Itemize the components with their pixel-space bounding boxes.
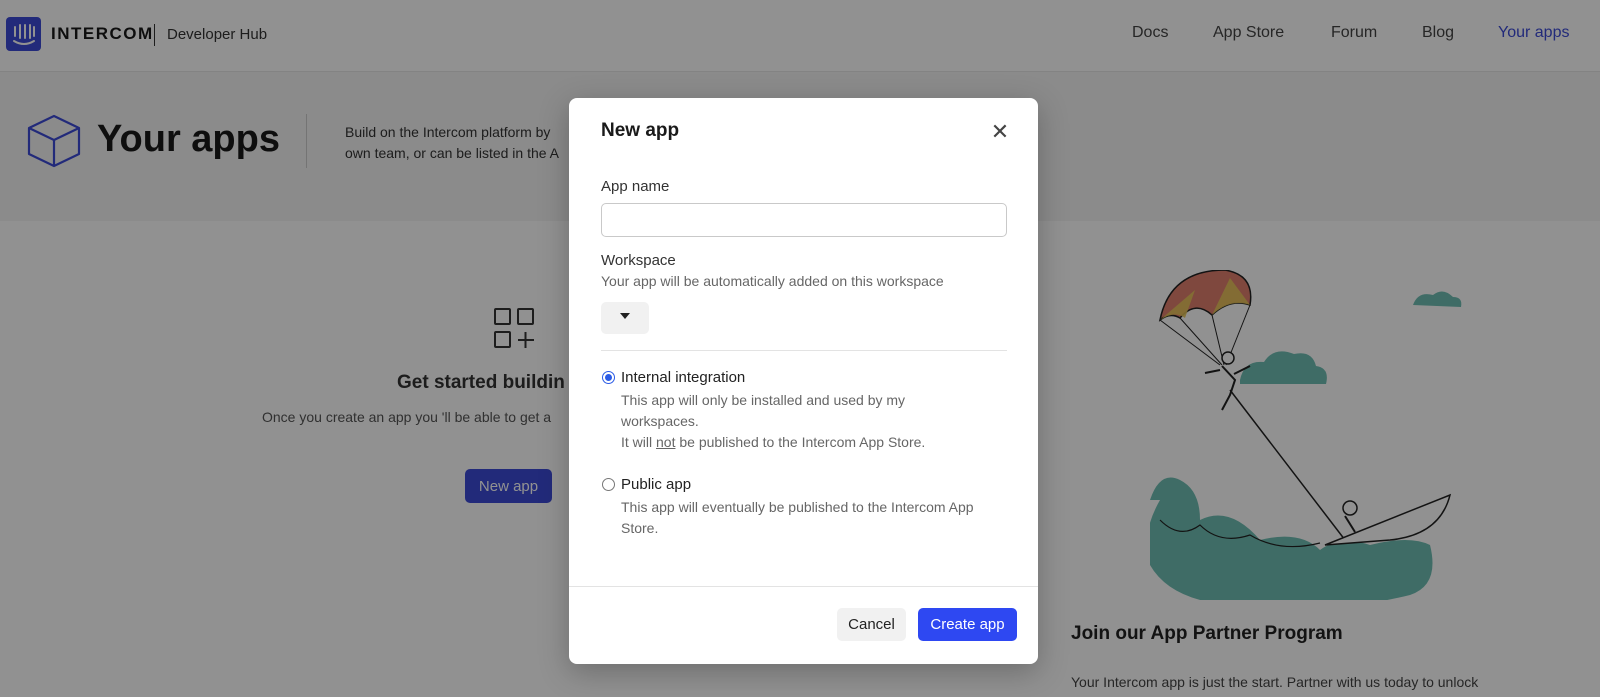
option-desc-line: This app will only be installed and used… (621, 392, 906, 408)
app-name-input[interactable] (601, 203, 1007, 237)
desc-emphasis: not (656, 434, 676, 450)
app-name-label: App name (601, 178, 670, 195)
footer-divider (569, 586, 1038, 587)
workspace-label: Workspace (601, 252, 676, 269)
section-divider (601, 350, 1007, 351)
option-desc-line: Store. (621, 520, 659, 536)
option-desc-line: This app will eventually be published to… (621, 499, 974, 515)
internal-integration-radio[interactable] (602, 371, 615, 384)
public-app-label[interactable]: Public app (621, 476, 691, 493)
desc-text: be published to the Intercom App Store. (675, 434, 926, 450)
public-app-radio[interactable] (602, 478, 615, 491)
option-desc-line: workspaces. (621, 413, 699, 429)
workspace-dropdown[interactable] (601, 302, 649, 334)
create-app-button[interactable]: Create app (918, 608, 1017, 641)
workspace-hint: Your app will be automatically added on … (601, 273, 944, 289)
close-icon[interactable]: ✕ (988, 120, 1012, 144)
dialog-title: New app (601, 120, 680, 141)
caret-down-icon (620, 313, 630, 319)
internal-integration-label[interactable]: Internal integration (621, 369, 745, 386)
new-app-dialog: New app ✕ App name Workspace Your app wi… (569, 98, 1038, 664)
cancel-button[interactable]: Cancel (837, 608, 906, 641)
desc-text: It will (621, 434, 656, 450)
internal-integration-description: This app will only be installed and used… (621, 390, 1011, 453)
public-app-description: This app will eventually be published to… (621, 497, 1011, 539)
option-desc-line: It will not be published to the Intercom… (621, 432, 1011, 453)
